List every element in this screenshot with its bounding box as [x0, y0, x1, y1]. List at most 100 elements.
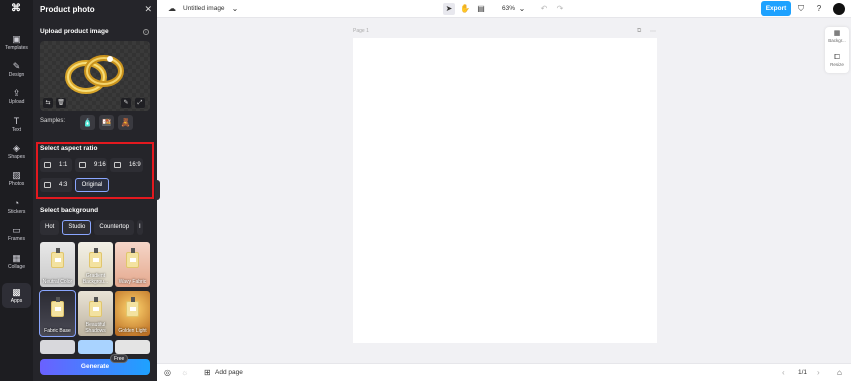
chevron-down-icon[interactable]: ⌄: [229, 3, 241, 15]
background-card-partial[interactable]: [78, 340, 113, 354]
rail-item-label: Upload: [8, 99, 25, 105]
page-label: Page 1: [353, 28, 369, 34]
left-rail: ⌘ ▣ Templates ✎ Design ⇪ Upload T Text ◈…: [0, 0, 33, 381]
undo-icon[interactable]: ↶: [538, 3, 550, 15]
sample-thumb[interactable]: 🧴: [80, 115, 95, 130]
rail-item-frames[interactable]: ▭ Frames: [2, 221, 31, 246]
redo-icon[interactable]: ↷: [554, 3, 566, 15]
background-card-neutral-color[interactable]: Neutral Color: [40, 242, 75, 287]
bottom-bar: ◎ ☼ ⊞ Add page ‹ 1/1 › ⌂: [157, 363, 851, 381]
tab-studio[interactable]: Studio: [62, 220, 92, 235]
background-card-beautiful-shadows[interactable]: Beautiful Shadows: [78, 291, 113, 336]
edit-icon[interactable]: ✎: [121, 98, 131, 108]
next-page-icon[interactable]: ›: [817, 368, 820, 377]
rail-item-templates[interactable]: ▣ Templates: [2, 30, 31, 55]
upload-dropzone[interactable]: ⇆ 🗑 ✎ ⤢: [40, 41, 150, 111]
background-card-label: Gradient Backgrou...: [82, 273, 109, 285]
bottle-preview-icon: [51, 248, 64, 268]
rail-item-label: Shapes: [8, 154, 25, 160]
panel-collapse-handle[interactable]: [155, 180, 160, 200]
background-card-label: Fabric Base: [44, 328, 71, 334]
ratio-landscape-icon: [114, 162, 121, 168]
rail-item-photos[interactable]: ▨ Photos: [2, 166, 31, 191]
ratio-4-3-button[interactable]: 4:3: [40, 178, 72, 192]
rail-item-collage[interactable]: ▦ Collage: [2, 249, 31, 274]
rail-item-upload[interactable]: ⇪ Upload: [2, 84, 31, 109]
cloud-icon[interactable]: ☁: [166, 3, 178, 15]
background-tool-button[interactable]: ▦ Backgr...: [825, 30, 849, 43]
shapes-icon: ◈: [13, 143, 20, 153]
ratio-9-16-button[interactable]: 9:16: [75, 158, 107, 172]
previous-page-icon[interactable]: ‹: [782, 368, 785, 377]
ratio-16-9-button[interactable]: 16:9: [110, 158, 143, 172]
rail-item-label: Frames: [8, 236, 25, 242]
rail-item-design[interactable]: ✎ Design: [2, 57, 31, 82]
document-title[interactable]: Untitled image: [183, 5, 225, 12]
present-icon[interactable]: ⌂: [837, 368, 842, 377]
sample-thumb[interactable]: 🍱: [99, 115, 114, 130]
page-canvas[interactable]: [353, 38, 657, 343]
background-card-gradient[interactable]: Gradient Backgrou...: [78, 242, 113, 287]
bottle-preview-icon: [89, 248, 102, 268]
delete-icon[interactable]: 🗑: [56, 98, 66, 108]
tab-hot[interactable]: Hot: [40, 220, 60, 235]
app-logo-icon[interactable]: ⌘: [9, 4, 23, 14]
background-card-golden-light[interactable]: Golden Light: [115, 291, 150, 336]
background-card-partial[interactable]: [115, 340, 150, 354]
add-page-icon[interactable]: ⊞: [204, 368, 211, 377]
ratio-label: 16:9: [129, 162, 141, 168]
settings-icon[interactable]: ☼: [181, 368, 188, 377]
free-badge: Free: [110, 354, 129, 363]
page-counter: 1/1: [798, 369, 808, 376]
stickers-icon: ◔: [13, 198, 20, 208]
ratio-label: Original: [81, 182, 103, 188]
background-tool-label: Backgr...: [828, 38, 846, 43]
select-tool-icon[interactable]: ➤: [443, 3, 455, 15]
generate-button[interactable]: Generate: [40, 359, 150, 375]
templates-icon: ▣: [12, 34, 21, 44]
close-icon[interactable]: ✕: [144, 4, 152, 15]
rail-item-text[interactable]: T Text: [2, 112, 31, 137]
rail-item-stickers[interactable]: ◔ Stickers: [2, 194, 31, 219]
expand-icon[interactable]: ⤢: [135, 98, 145, 108]
rail-item-label: Collage: [8, 264, 25, 270]
background-icon: ▦: [833, 30, 841, 37]
shield-icon[interactable]: ⛉: [795, 3, 807, 15]
ratio-label: 9:16: [94, 162, 106, 168]
view-options-icon[interactable]: ▤: [475, 3, 487, 15]
background-card-partial[interactable]: [40, 340, 75, 354]
sample-thumb[interactable]: 🧸: [118, 115, 133, 130]
rail-item-shapes[interactable]: ◈ Shapes: [2, 139, 31, 164]
more-options-icon[interactable]: ⋯: [650, 28, 656, 35]
hand-tool-icon[interactable]: ✋: [459, 3, 471, 15]
panel-title: Product photo: [40, 5, 95, 14]
zoom-level[interactable]: 63%: [502, 5, 515, 12]
bottle-preview-icon: [51, 297, 64, 317]
background-card-wavy-fabric[interactable]: Wavy Fabric: [115, 242, 150, 287]
ratio-landscape-icon: [44, 182, 51, 188]
tab-more[interactable]: I: [137, 220, 143, 235]
export-button[interactable]: Export: [761, 1, 791, 16]
help-icon[interactable]: ?: [813, 3, 825, 15]
background-card-fabric-base[interactable]: Fabric Base: [39, 290, 76, 337]
add-page-button[interactable]: Add page: [215, 369, 243, 376]
ratio-1-1-button[interactable]: 1:1: [40, 158, 72, 172]
info-icon[interactable]: i: [143, 29, 149, 35]
rail-item-label: Design: [8, 72, 25, 78]
replace-icon[interactable]: ⇆: [43, 98, 53, 108]
tab-countertop[interactable]: Countertop: [94, 220, 135, 235]
layers-icon[interactable]: ◎: [164, 368, 171, 377]
upload-icon: ⇪: [12, 88, 21, 98]
copy-page-icon[interactable]: ⧉: [637, 28, 641, 35]
rail-item-label: Text: [11, 127, 22, 133]
ratio-square-icon: [44, 162, 51, 168]
rail-item-apps[interactable]: ▩ Apps: [2, 283, 31, 308]
avatar[interactable]: [833, 3, 845, 15]
zoom-chevron-icon[interactable]: ⌄: [516, 3, 528, 15]
apps-icon: ▩: [12, 287, 21, 297]
background-card-label: Golden Light: [118, 328, 147, 334]
background-card-label: Wavy Fabric: [118, 279, 147, 285]
ratio-original-button[interactable]: Original: [75, 178, 109, 192]
resize-tool-button[interactable]: ⧠ Resize: [825, 54, 849, 67]
rail-item-label: Apps: [10, 298, 23, 304]
